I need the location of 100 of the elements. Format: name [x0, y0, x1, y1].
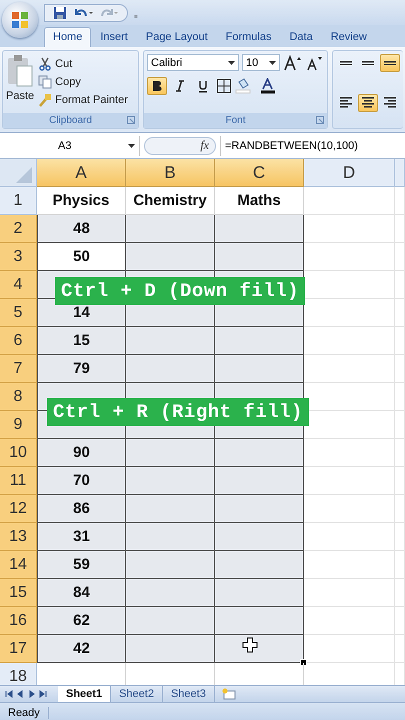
row-header[interactable]: 17: [0, 635, 37, 663]
font-size-field[interactable]: 10: [242, 54, 280, 71]
table-cell: 90: [37, 439, 126, 467]
ribbon-tab[interactable]: Page Layout: [136, 27, 217, 47]
row-header[interactable]: 18: [0, 663, 37, 685]
insert-function-button[interactable]: fx: [200, 138, 209, 153]
customize-toolbar-icon[interactable]: ₌: [134, 5, 138, 20]
table-cell: [395, 607, 405, 635]
underline-icon: [198, 80, 208, 92]
table-cell: 84: [37, 579, 126, 607]
row-header[interactable]: 15: [0, 579, 37, 607]
row-header[interactable]: 9: [0, 411, 37, 439]
font-name-field[interactable]: Calibri: [147, 54, 239, 71]
table-cell: 50: [37, 243, 126, 271]
column-header[interactable]: C: [215, 159, 304, 187]
table-cell: [395, 635, 405, 663]
scissors-icon: [38, 57, 52, 71]
bold-button[interactable]: [147, 77, 167, 95]
align-left-icon: [340, 97, 352, 108]
align-right-icon: [384, 97, 396, 108]
group-title: Clipboard: [49, 115, 92, 126]
align-bottom-icon: [384, 60, 396, 66]
row-header[interactable]: 3: [0, 243, 37, 271]
caret-icon: [228, 60, 235, 64]
table-cell: [395, 187, 405, 215]
row-header[interactable]: 5: [0, 299, 37, 327]
ribbon-tab[interactable]: Data: [280, 27, 322, 47]
copy-button[interactable]: Copy: [38, 75, 128, 89]
table-cell: 62: [37, 607, 126, 635]
table-cell: [395, 523, 405, 551]
formula-field[interactable]: =RANDBETWEEN(10,100): [220, 136, 358, 156]
table-cell: [395, 439, 405, 467]
row-header[interactable]: 7: [0, 355, 37, 383]
table-cell: 15: [37, 327, 126, 355]
fill-handle[interactable]: [300, 659, 307, 666]
align-top-icon: [340, 60, 352, 66]
table-cell: [395, 579, 405, 607]
italic-icon: [175, 80, 185, 92]
paintbrush-icon: [38, 93, 52, 107]
table-cell: [395, 215, 405, 243]
table-cell: [395, 551, 405, 579]
table-cell: 86: [37, 495, 126, 523]
row-header[interactable]: 12: [0, 495, 37, 523]
row-header[interactable]: 14: [0, 551, 37, 579]
office-button[interactable]: [2, 2, 38, 38]
paste-button[interactable]: Paste: [6, 54, 34, 110]
table-cell: [395, 243, 405, 271]
row-header[interactable]: 6: [0, 327, 37, 355]
align-middle-icon: [362, 60, 374, 66]
shrink-font-icon[interactable]: [306, 54, 324, 70]
ribbon-tab[interactable]: Home: [44, 27, 92, 47]
row-header[interactable]: 13: [0, 523, 37, 551]
ribbon-tab[interactable]: Insert: [91, 27, 137, 47]
row-header[interactable]: 4: [0, 271, 37, 299]
table-cell: [395, 299, 405, 327]
copy-icon: [38, 75, 52, 89]
align-center-icon: [362, 97, 374, 108]
clipboard-icon: [6, 54, 34, 88]
table-cell: 48: [37, 215, 126, 243]
table-cell: [395, 495, 405, 523]
table-cell: [395, 411, 405, 439]
table-cell: 42: [37, 635, 126, 663]
logo-icon: [12, 12, 28, 28]
column-header[interactable]: D: [304, 159, 395, 187]
shortcut-caption: Ctrl + R (Right fill): [47, 398, 309, 426]
table-cell: 59: [37, 551, 126, 579]
align-button[interactable]: [380, 54, 400, 72]
grow-font-icon[interactable]: [283, 54, 303, 70]
column-header[interactable]: A: [37, 159, 126, 187]
row-header[interactable]: 8: [0, 383, 37, 411]
row-header[interactable]: 2: [0, 215, 37, 243]
save-icon[interactable]: [53, 6, 67, 20]
cut-button[interactable]: Cut: [38, 57, 128, 71]
table-cell: 31: [37, 523, 126, 551]
sheet-tab[interactable]: Sheet1: [58, 686, 112, 702]
caret-icon: [269, 60, 276, 64]
name-box[interactable]: A3: [0, 136, 140, 156]
bold-icon: [152, 80, 162, 92]
row-header[interactable]: 1: [0, 187, 37, 215]
table-cell: 79: [37, 355, 126, 383]
shortcut-caption: Ctrl + D (Down fill): [55, 277, 306, 305]
align-button[interactable]: [358, 94, 378, 112]
ribbon-tab[interactable]: Formulas: [216, 27, 280, 47]
borders-icon[interactable]: [216, 78, 232, 94]
table-cell: 70: [37, 467, 126, 495]
column-header[interactable]: B: [126, 159, 215, 187]
row-header[interactable]: 16: [0, 607, 37, 635]
caret-icon: [128, 144, 135, 148]
table-cell: [395, 327, 405, 355]
status-text: Ready: [0, 707, 49, 719]
format-painter-button[interactable]: Format Painter: [38, 93, 128, 107]
cross-cursor-icon: [242, 637, 258, 653]
ribbon-tab[interactable]: Review: [322, 27, 376, 47]
row-header[interactable]: 11: [0, 467, 37, 495]
table-cell: [395, 467, 405, 495]
table-cell: [395, 383, 405, 411]
table-cell: [395, 355, 405, 383]
row-header[interactable]: 10: [0, 439, 37, 467]
insert-sheet-icon[interactable]: [220, 688, 237, 700]
table-cell: [395, 271, 405, 299]
